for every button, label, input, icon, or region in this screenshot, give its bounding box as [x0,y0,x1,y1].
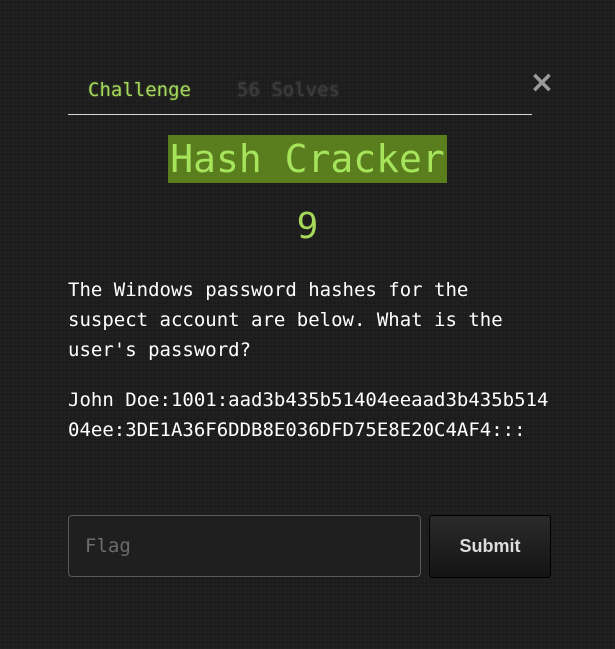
challenge-title: Hash Cracker [168,135,447,183]
tab-solves[interactable]: 56 Solves [237,78,340,102]
challenge-description: The Windows password hashes for the susp… [68,279,503,361]
submit-button[interactable]: Submit [429,515,551,578]
tab-challenge[interactable]: Challenge [88,78,191,102]
close-icon[interactable]: × [528,68,556,98]
tab-bar: Challenge 56 Solves [68,72,532,115]
challenge-points: 9 [296,206,319,247]
title-container: Hash Cracker [0,135,615,183]
password-hash: John Doe:1001:aad3b435b51404eeaad3b435b5… [68,389,549,441]
challenge-modal: Challenge 56 Solves × Hash Cracker 9 The… [0,0,615,649]
flag-input[interactable] [68,515,421,577]
